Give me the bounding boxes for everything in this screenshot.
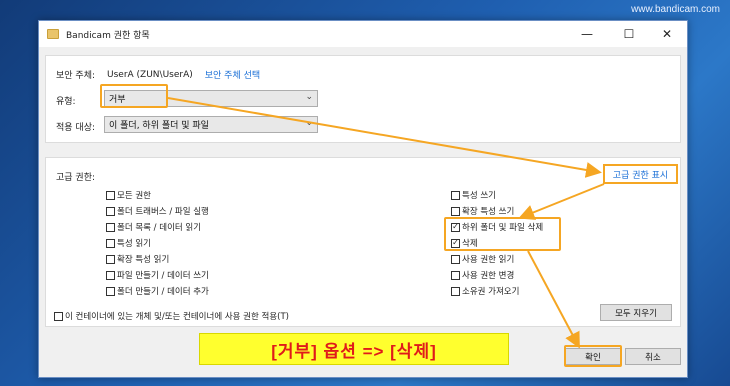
permission-label: 확장 특성 읽기 (117, 255, 170, 265)
chevron-down-icon: ⌄ (305, 118, 313, 128)
advanced-panel: 고급 권한: 모든 권한 폴더 트래버스 / 파일 실행 폴더 목록 / 데이터… (45, 157, 681, 327)
checkbox[interactable] (451, 270, 460, 280)
permission-read-permissions[interactable]: 사용 권한 읽기 (451, 253, 514, 265)
checkbox[interactable] (451, 286, 460, 296)
permission-write-attributes[interactable]: 특성 쓰기 (451, 189, 496, 201)
principal-label: 보안 주체: (56, 71, 96, 81)
permission-change-permissions[interactable]: 사용 권한 변경 (451, 269, 514, 281)
applies-to-label: 적용 대상: (56, 123, 96, 133)
cancel-button[interactable]: 취소 (625, 348, 681, 365)
folder-icon (47, 29, 59, 39)
applies-to-select[interactable]: 이 폴더, 하위 폴더 및 파일 ⌄ (104, 116, 318, 133)
apply-only-label: 이 컨테이너에 있는 개체 및/또는 컨테이너에 사용 권한 적용(T) (65, 312, 289, 322)
maximize-button[interactable]: ☐ (609, 21, 649, 47)
ok-button-highlight (564, 345, 622, 367)
permission-label: 폴더 목록 / 데이터 읽기 (117, 223, 202, 233)
permission-label: 파일 만들기 / 데이터 쓰기 (117, 271, 209, 281)
permission-label: 특성 쓰기 (462, 191, 496, 201)
checkbox[interactable] (106, 286, 115, 296)
checkbox[interactable] (451, 190, 460, 200)
window-title: Bandicam 권한 항목 (66, 30, 150, 41)
delete-permissions-highlight (444, 217, 561, 251)
permission-label: 폴더 트래버스 / 파일 실행 (117, 207, 209, 217)
close-button[interactable]: ✕ (647, 21, 687, 47)
title-bar: Bandicam 권한 항목 — ☐ ✕ (39, 21, 687, 47)
permission-label: 모든 권한 (117, 191, 151, 201)
permission-entry-window: Bandicam 권한 항목 — ☐ ✕ 보안 주체: UserA (ZUN\U… (38, 20, 688, 378)
checkbox[interactable] (106, 270, 115, 280)
permission-label: 폴더 만들기 / 데이터 추가 (117, 287, 209, 297)
permission-take-ownership[interactable]: 소유권 가져오기 (451, 285, 519, 297)
checkbox[interactable] (106, 222, 115, 232)
minimize-button[interactable]: — (567, 21, 607, 47)
permission-read-ext-attributes[interactable]: 확장 특성 읽기 (106, 253, 169, 265)
watermark: www.bandicam.com (631, 4, 720, 15)
permission-label: 소유권 가져오기 (462, 287, 520, 297)
select-principal-link[interactable]: 보안 주체 선택 (205, 68, 260, 81)
chevron-down-icon: ⌄ (305, 92, 313, 102)
permission-label: 사용 권한 변경 (462, 271, 515, 281)
type-label: 유형: (56, 97, 76, 107)
permission-read-attributes[interactable]: 특성 읽기 (106, 237, 151, 249)
principal-value: UserA (ZUN\UserA) (107, 69, 193, 80)
permission-create-folders[interactable]: 폴더 만들기 / 데이터 추가 (106, 285, 209, 297)
type-highlight (100, 84, 168, 108)
permission-traverse[interactable]: 폴더 트래버스 / 파일 실행 (106, 205, 209, 217)
permission-create-files[interactable]: 파일 만들기 / 데이터 쓰기 (106, 269, 209, 281)
checkbox[interactable] (106, 206, 115, 216)
clear-all-button[interactable]: 모두 지우기 (600, 304, 672, 321)
permission-label: 확장 특성 쓰기 (462, 207, 515, 217)
permission-full-control[interactable]: 모든 권한 (106, 189, 151, 201)
checkbox[interactable] (54, 311, 63, 321)
show-advanced-callout[interactable]: 고급 권한 표시 (603, 164, 678, 184)
checkbox[interactable] (451, 254, 460, 264)
permission-label: 사용 권한 읽기 (462, 255, 515, 265)
permission-label: 특성 읽기 (117, 239, 151, 249)
applies-to-value: 이 폴더, 하위 폴더 및 파일 (109, 121, 209, 131)
apply-only-container-option[interactable]: 이 컨테이너에 있는 개체 및/또는 컨테이너에 사용 권한 적용(T) (54, 310, 289, 322)
permission-write-ext-attributes[interactable]: 확장 특성 쓰기 (451, 205, 514, 217)
caption-banner: [거부] 옵션 => [삭제] (199, 333, 509, 365)
advanced-label: 고급 권한: (56, 173, 96, 183)
checkbox[interactable] (106, 254, 115, 264)
checkbox[interactable] (451, 206, 460, 216)
checkbox[interactable] (106, 190, 115, 200)
permission-list-folder[interactable]: 폴더 목록 / 데이터 읽기 (106, 221, 201, 233)
checkbox[interactable] (106, 238, 115, 248)
